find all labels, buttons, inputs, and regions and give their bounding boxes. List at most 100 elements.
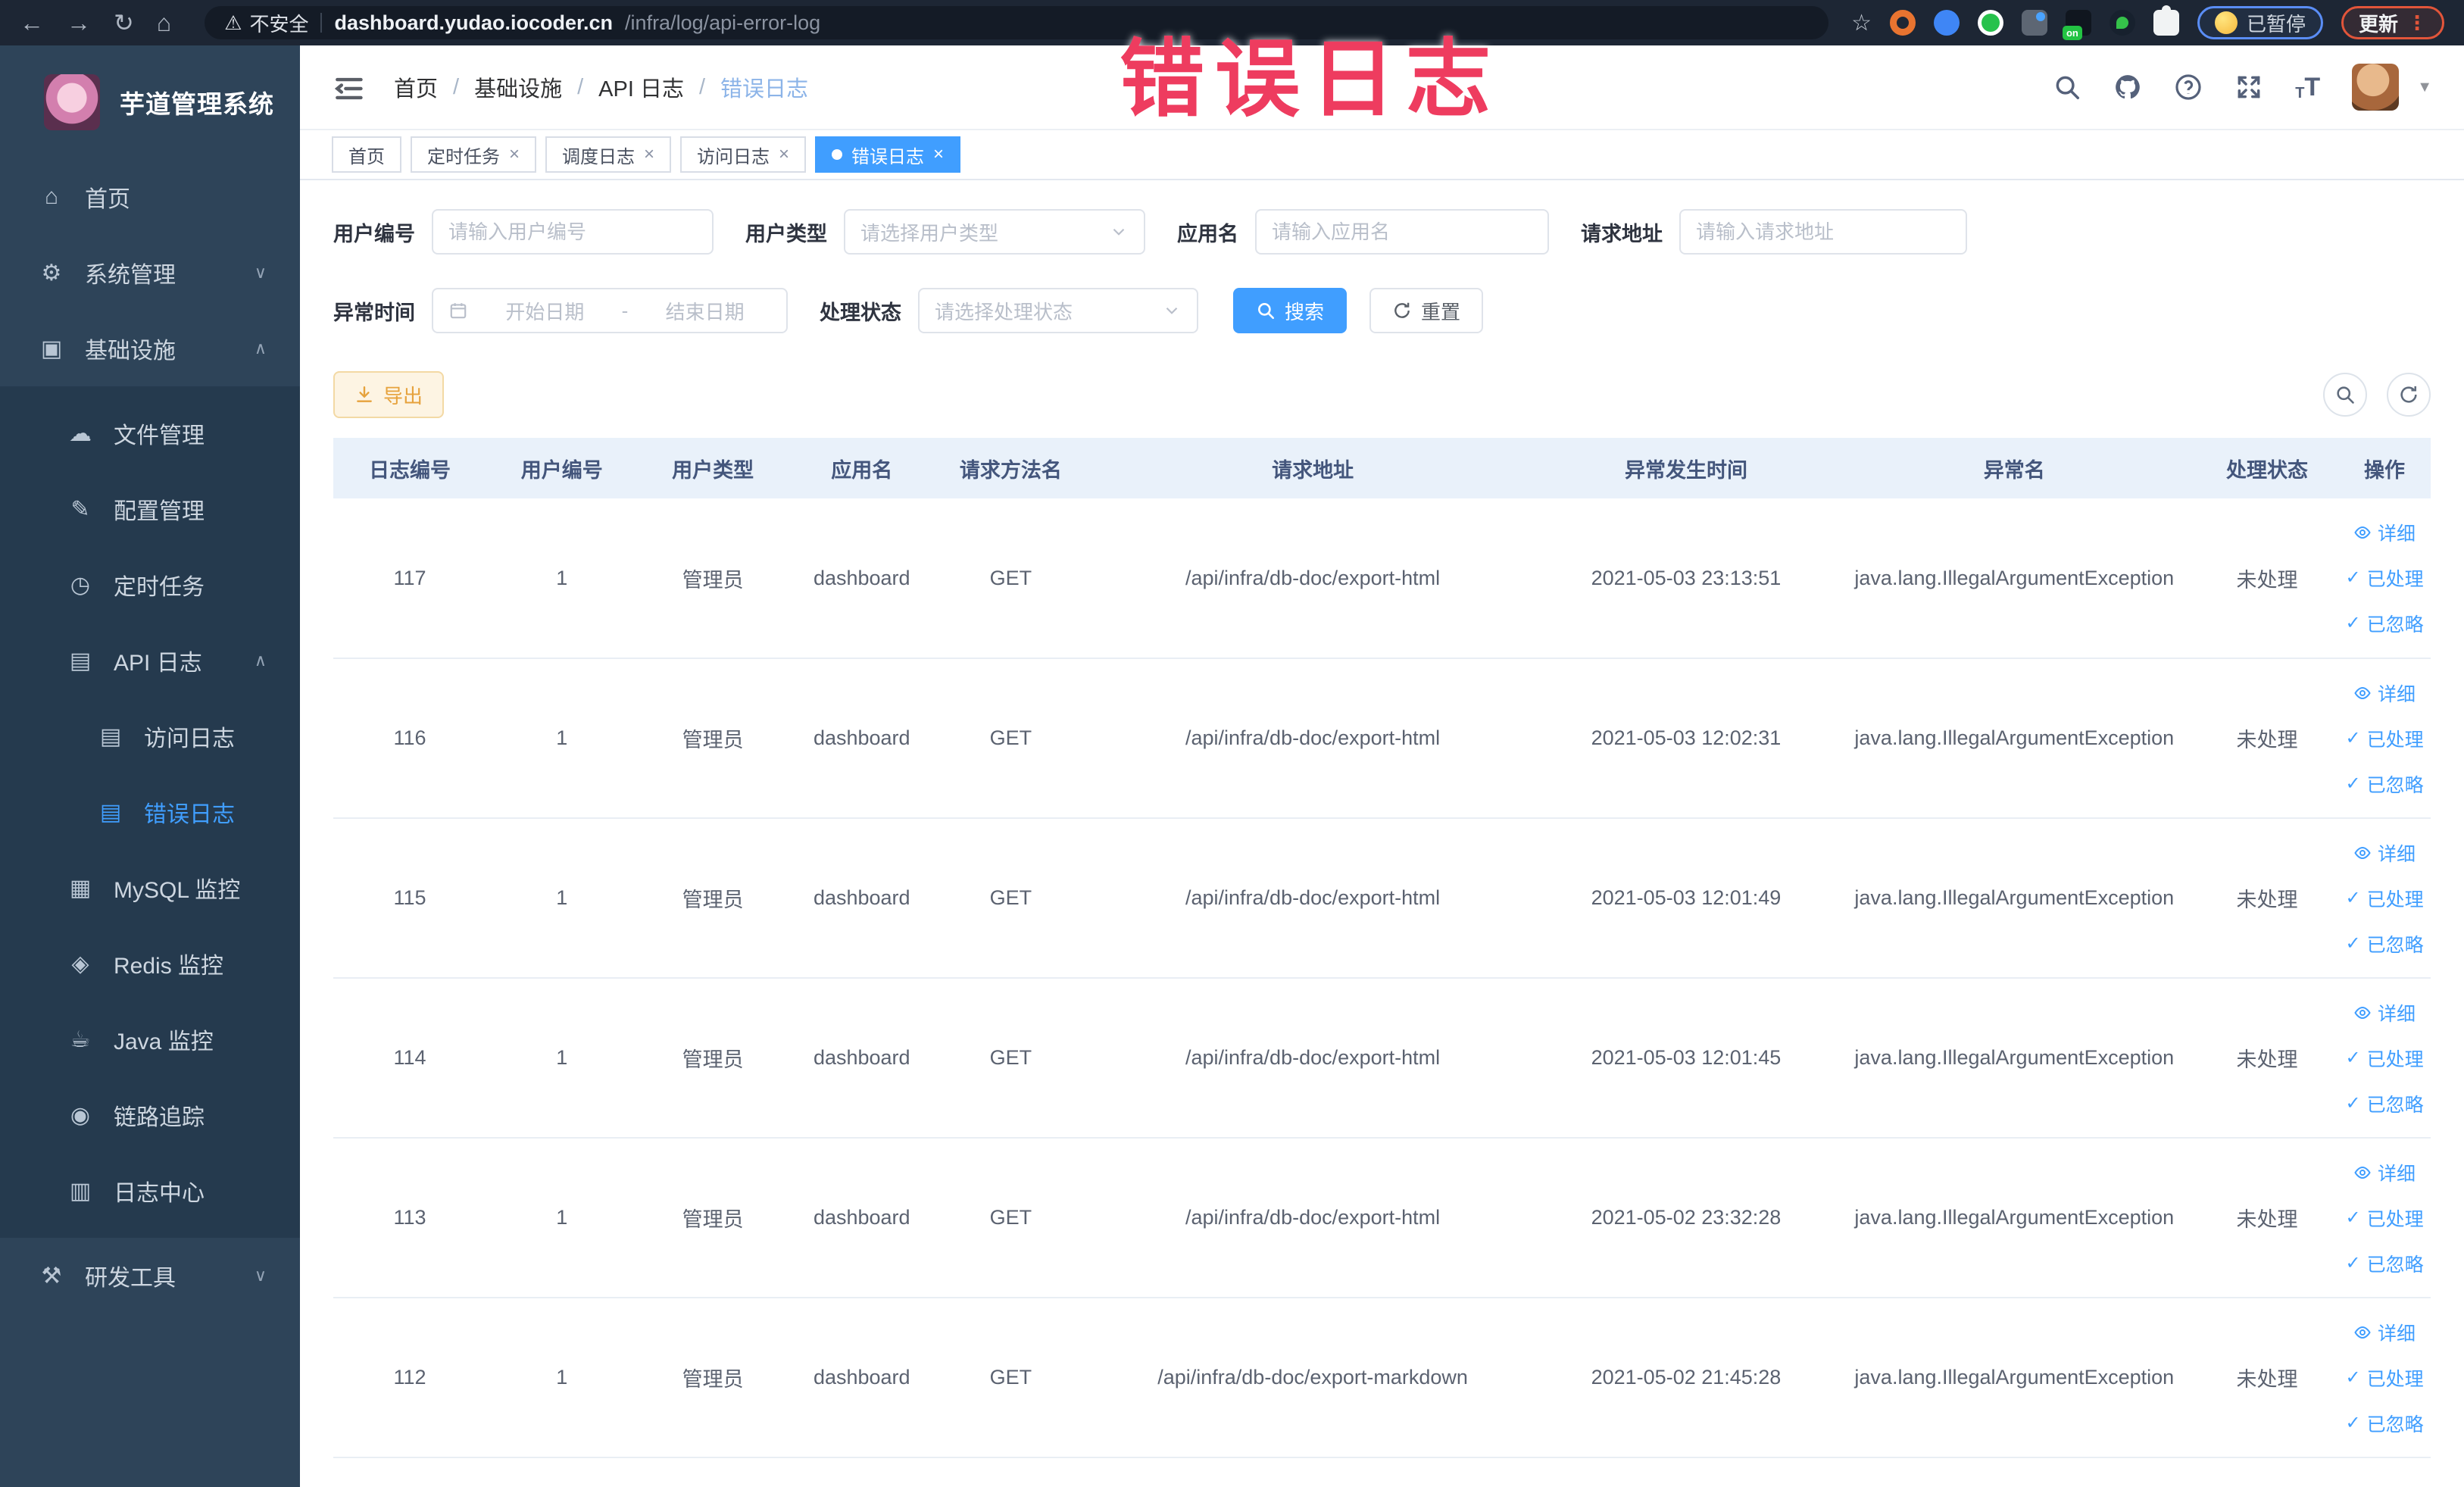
- help-icon[interactable]: [2174, 73, 2203, 102]
- close-tab-icon[interactable]: ×: [644, 145, 654, 164]
- processed-link[interactable]: ✓ 已处理: [2345, 564, 2423, 592]
- ignored-link[interactable]: ✓ 已忽略: [2345, 1410, 2423, 1437]
- not-secure-badge[interactable]: ⚠ 不安全: [224, 9, 308, 37]
- cell-user_id: 1: [486, 1298, 638, 1458]
- search-icon: [2337, 386, 2354, 404]
- cell-actions: 详细 ✓ 已处理 ✓ 已忽略: [2338, 658, 2431, 819]
- date-range-picker[interactable]: 开始日期 - 结束日期: [432, 288, 788, 333]
- extensions-puzzle-icon[interactable]: [2153, 5, 2179, 36]
- start-date-placeholder: 开始日期: [505, 300, 585, 323]
- tab-active[interactable]: 错误日志 ×: [815, 136, 961, 173]
- reset-button[interactable]: 重置: [1369, 288, 1484, 333]
- refresh-table-button[interactable]: [2387, 373, 2431, 417]
- extension-icon-orange[interactable]: [1889, 10, 1916, 36]
- cell-status: 未处理: [2195, 498, 2339, 659]
- avatar-caret-icon[interactable]: ▼: [2417, 79, 2432, 96]
- sidebar-item-java[interactable]: ☕ Java 监控: [0, 1001, 300, 1077]
- ignored-link[interactable]: ✓ 已忽略: [2345, 1090, 2423, 1117]
- search-button[interactable]: 搜索: [1233, 288, 1348, 333]
- update-button[interactable]: 更新 ⋮: [2341, 6, 2444, 39]
- sidebar-item-monitor[interactable]: ▣ 基础设施 ∧: [0, 311, 300, 386]
- cell-time: 2021-05-02 23:32:28: [1539, 1138, 1833, 1298]
- app-name-input[interactable]: [1255, 209, 1549, 255]
- toggle-search-button[interactable]: [2323, 373, 2367, 417]
- breadcrumb-home[interactable]: 首页: [394, 71, 438, 103]
- tab-item[interactable]: 访问日志 ×: [680, 136, 807, 173]
- ignored-link[interactable]: ✓ 已忽略: [2345, 770, 2423, 798]
- cell-user_type: 管理员: [637, 978, 789, 1139]
- tab-item[interactable]: 调度日志 ×: [545, 136, 672, 173]
- ignored-link[interactable]: ✓ 已忽略: [2345, 610, 2423, 637]
- back-icon[interactable]: ←: [20, 11, 44, 35]
- sidebar-item-redis[interactable]: ◈ Redis 监控: [0, 926, 300, 1001]
- hamburger-icon[interactable]: [332, 72, 365, 102]
- sidebar-item-log[interactable]: ▤ API 日志 ∧: [0, 623, 300, 698]
- processed-link[interactable]: ✓ 已处理: [2345, 725, 2423, 752]
- extension-icon-grid[interactable]: [2021, 10, 2047, 36]
- app-logo-row[interactable]: 芋道管理系统: [0, 45, 300, 159]
- cell-id: 112: [333, 1298, 487, 1458]
- breadcrumb-infra[interactable]: 基础设施: [474, 71, 562, 103]
- user-avatar[interactable]: [2352, 64, 2400, 111]
- mysql-icon: ▦: [69, 875, 92, 901]
- app-title: 芋道管理系统: [120, 90, 274, 118]
- detail-link[interactable]: 详细: [2353, 679, 2416, 707]
- processed-link[interactable]: ✓ 已处理: [2345, 1045, 2423, 1072]
- bookmark-star-icon[interactable]: ☆: [1851, 10, 1872, 36]
- menu-kebab-icon[interactable]: ⋮: [2407, 11, 2427, 35]
- sidebar-item-logcenter[interactable]: ▥ 日志中心: [0, 1153, 300, 1229]
- processed-link[interactable]: ✓ 已处理: [2345, 1204, 2423, 1232]
- forward-icon[interactable]: →: [67, 11, 91, 35]
- cell-exception: java.lang.IllegalArgumentException: [1832, 978, 2196, 1139]
- font-size-icon[interactable]: TT: [2295, 73, 2320, 102]
- extension-icon-on-badge[interactable]: on: [2062, 10, 2091, 40]
- tab-item[interactable]: 定时任务 ×: [411, 136, 537, 173]
- export-button[interactable]: 导出: [333, 371, 445, 418]
- ignored-link[interactable]: ✓ 已忽略: [2345, 1250, 2423, 1277]
- chevron-down-icon: [1113, 228, 1125, 236]
- cell-app: dashboard: [788, 658, 935, 819]
- sidebar-item-mysql[interactable]: ▦ MySQL 监控: [0, 850, 300, 926]
- processed-link[interactable]: ✓ 已处理: [2345, 885, 2423, 912]
- process-status-select[interactable]: 请选择处理状态: [918, 288, 1198, 333]
- sidebar-item-home[interactable]: ⌂ 首页: [0, 159, 300, 235]
- request-url-input[interactable]: [1679, 209, 1967, 255]
- detail-link[interactable]: 详细: [2353, 1159, 2416, 1186]
- detail-link[interactable]: 详细: [2353, 519, 2416, 546]
- main-panel: 用户编号 用户类型 请选择用户类型 应用名: [300, 180, 2464, 1487]
- extension-icon-green-check[interactable]: [1977, 10, 2003, 36]
- breadcrumb-api-log[interactable]: API 日志: [598, 71, 684, 103]
- sidebar-item-tools[interactable]: ⚒ 研发工具 ∨: [0, 1238, 300, 1314]
- close-tab-icon[interactable]: ×: [933, 145, 944, 164]
- extension-icon-sprout[interactable]: [2109, 10, 2135, 36]
- processed-link[interactable]: ✓ 已处理: [2345, 1364, 2423, 1392]
- cell-method: GET: [935, 1298, 1087, 1458]
- home-icon[interactable]: ⌂: [157, 11, 171, 35]
- detail-link[interactable]: 详细: [2353, 839, 2416, 867]
- reload-icon[interactable]: ↻: [114, 11, 134, 35]
- paused-profile-chip[interactable]: 已暂停: [2197, 6, 2323, 39]
- eye-icon: [2354, 1166, 2371, 1179]
- detail-link[interactable]: 详细: [2353, 1319, 2416, 1346]
- sidebar-item-edit[interactable]: ✎ 配置管理: [0, 471, 300, 547]
- sidebar-item-log[interactable]: ▤ 访问日志: [0, 698, 300, 774]
- sidebar-item-timer[interactable]: ◷ 定时任务: [0, 547, 300, 623]
- ignored-link[interactable]: ✓ 已忽略: [2345, 930, 2423, 957]
- tab-item[interactable]: 首页: [332, 136, 401, 173]
- sidebar-item-log[interactable]: ▤ 错误日志: [0, 774, 300, 850]
- sidebar-item-gear[interactable]: ⚙ 系统管理 ∨: [0, 235, 300, 311]
- close-tab-icon[interactable]: ×: [779, 145, 789, 164]
- cell-status: 未处理: [2195, 658, 2339, 819]
- user-id-input[interactable]: [432, 209, 714, 255]
- search-icon[interactable]: [2053, 73, 2081, 102]
- column-header: 异常发生时间: [1539, 438, 1833, 498]
- close-tab-icon[interactable]: ×: [509, 145, 520, 164]
- fullscreen-icon[interactable]: [2234, 73, 2263, 102]
- github-icon[interactable]: [2113, 73, 2142, 102]
- sidebar-item-trace[interactable]: ◉ 链路追踪: [0, 1077, 300, 1153]
- extension-icon-blue[interactable]: [1933, 10, 1960, 36]
- detail-link[interactable]: 详细: [2353, 999, 2416, 1026]
- sidebar-item-cloud[interactable]: ☁ 文件管理: [0, 395, 300, 471]
- address-bar[interactable]: ⚠ 不安全 dashboard.yudao.iocoder.cn /infra/…: [205, 6, 1829, 39]
- user-type-select[interactable]: 请选择用户类型: [844, 209, 1145, 255]
